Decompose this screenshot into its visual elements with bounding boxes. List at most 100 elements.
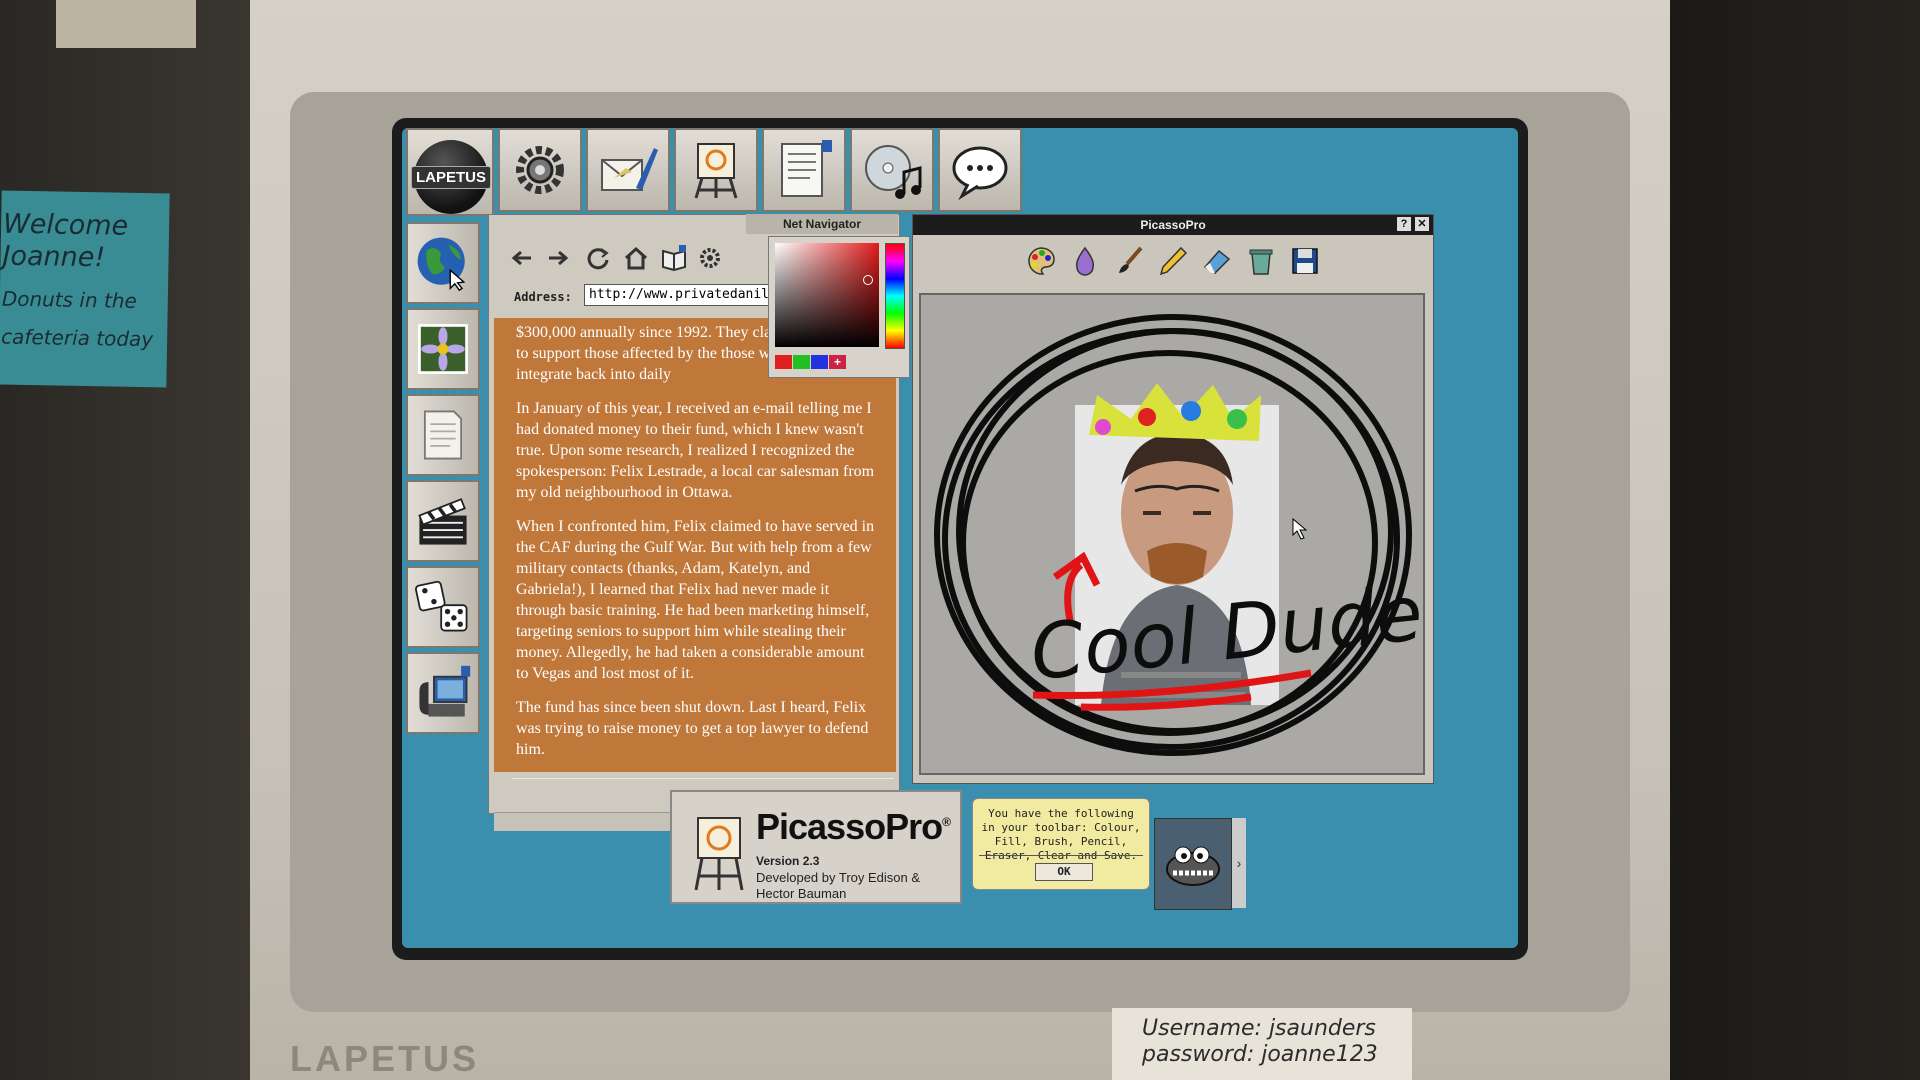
home-button[interactable] <box>620 242 652 274</box>
logo-text: LAPETUS <box>411 165 492 189</box>
color-swatch[interactable] <box>811 355 828 369</box>
registered-mark: ® <box>942 815 951 829</box>
palette-icon <box>1028 247 1055 275</box>
browser-settings-button[interactable] <box>694 242 726 274</box>
brush-tool-button[interactable] <box>1111 243 1147 279</box>
password-text: password: joanne123 <box>1142 1042 1378 1067</box>
book-icon <box>662 245 686 271</box>
document-icon <box>781 140 832 197</box>
monitor-brand: LAPETUS <box>290 1038 480 1079</box>
welcome-sticky-note: Welcome Joanne! Donuts in the cafeteria … <box>0 190 170 388</box>
sticky-line: Joanne! <box>2 240 106 274</box>
color-swatch[interactable] <box>793 355 810 369</box>
picassopro-window: PicassoPro ? ✕ Cool Dude <box>912 214 1434 784</box>
close-button[interactable]: ✕ <box>1415 217 1429 231</box>
mail-button[interactable] <box>586 128 670 212</box>
about-app-name: PicassoPro® <box>756 806 951 848</box>
floppy-disk-icon <box>1292 248 1318 274</box>
cd-music-icon <box>865 145 922 199</box>
documents-button[interactable] <box>762 128 846 212</box>
flower-photo-icon <box>418 324 468 374</box>
gear-icon <box>516 146 564 194</box>
clear-tool-button[interactable] <box>1243 243 1279 279</box>
easel-icon <box>694 143 738 199</box>
home-icon <box>624 246 648 270</box>
browser-button[interactable] <box>406 222 480 304</box>
room-wall-right <box>1670 0 1920 1080</box>
picassopro-title: PicassoPro <box>913 215 1433 235</box>
net-navigator-title: Net Navigator <box>746 214 898 234</box>
article-content: $300,000 annually since 1992. They claim… <box>494 318 896 772</box>
colour-tool-button[interactable] <box>1023 243 1059 279</box>
mouse-cursor-icon <box>1292 517 1308 540</box>
lapetus-logo-icon: LAPETUS <box>411 140 492 214</box>
sticky-line: Donuts in the <box>1 286 138 313</box>
about-name-text: PicassoPro <box>756 806 943 847</box>
about-version: Version 2.3 <box>756 854 820 868</box>
fill-tool-button[interactable] <box>1067 243 1103 279</box>
bookmarks-button[interactable] <box>658 242 690 274</box>
eraser-icon <box>1203 249 1231 274</box>
credentials-note: Username: jsaunders password: joanne123 <box>1112 1008 1412 1080</box>
brush-icon <box>1119 246 1143 273</box>
notes-button[interactable] <box>406 394 480 476</box>
mascot-face-icon <box>1166 846 1220 886</box>
music-button[interactable] <box>850 128 934 212</box>
eraser-tool-button[interactable] <box>1199 243 1235 279</box>
chevron-right-icon[interactable]: › <box>1232 818 1246 908</box>
canvas-drawing: Cool Dude <box>934 314 1423 756</box>
address-input[interactable]: http://www.privatedanilo.c <box>584 284 798 306</box>
chat-bubble-icon <box>952 146 1008 201</box>
clapperboard-icon <box>418 498 467 545</box>
article-paragraph: The fund has since been shut down. Last … <box>516 699 869 758</box>
trash-icon <box>1249 249 1273 275</box>
article-paragraph: When I confronted him, Felix claimed to … <box>516 518 875 682</box>
gear-icon <box>700 248 720 268</box>
tooltip-ok-button[interactable]: OK <box>1035 863 1093 881</box>
chat-button[interactable] <box>938 128 1022 212</box>
article-paragraph: In January of this year, I received an e… <box>516 400 875 501</box>
tooltip-divider <box>979 855 1143 856</box>
games-button[interactable] <box>406 566 480 648</box>
dice-icon <box>415 580 468 632</box>
color-picker-panel: + <box>768 236 910 378</box>
globe-icon <box>417 237 466 292</box>
about-developer: Developed by Troy Edison & Hector Bauman <box>756 870 921 901</box>
add-color-button[interactable]: + <box>829 355 846 369</box>
picassopro-launcher-button[interactable] <box>674 128 758 212</box>
forward-arrow-icon <box>549 250 569 266</box>
drawn-beard <box>1147 543 1207 584</box>
drop-icon <box>1075 246 1095 276</box>
settings-button[interactable] <box>498 128 582 212</box>
paper-icon <box>423 410 463 460</box>
back-button[interactable] <box>506 242 538 274</box>
easel-icon <box>694 817 744 891</box>
forward-button[interactable] <box>542 242 574 274</box>
username-text: Username: jsaunders <box>1142 1016 1376 1041</box>
wall-photo <box>56 0 196 48</box>
saturation-gradient[interactable] <box>775 243 879 347</box>
help-button[interactable]: ? <box>1397 217 1411 231</box>
phone-computer-icon <box>419 665 471 717</box>
network-phone-button[interactable] <box>406 652 480 734</box>
article-divider <box>512 778 894 779</box>
back-arrow-icon <box>511 250 531 266</box>
lapetus-logo-button[interactable]: LAPETUS <box>406 128 494 216</box>
drawing-canvas[interactable]: Cool Dude <box>919 293 1425 775</box>
color-cursor[interactable] <box>863 275 873 285</box>
address-label: Address: <box>514 290 572 304</box>
hue-slider[interactable] <box>885 243 905 349</box>
pencil-icon <box>1159 246 1188 276</box>
refresh-button[interactable] <box>582 242 614 274</box>
screen: LAPETUS Net Navigator Address: http://ww… <box>392 118 1528 960</box>
assistant-mascot[interactable] <box>1154 818 1232 910</box>
assistant-tooltip: You have the following in your toolbar: … <box>972 798 1150 890</box>
room-wall-left <box>0 0 250 1080</box>
photos-button[interactable] <box>406 308 480 390</box>
pencil-tool-button[interactable] <box>1155 243 1191 279</box>
picassopro-about-dialog: PicassoPro® Version 2.3 Developed by Tro… <box>670 790 962 904</box>
refresh-icon <box>587 248 609 270</box>
video-button[interactable] <box>406 480 480 562</box>
save-tool-button[interactable] <box>1287 243 1323 279</box>
color-swatch[interactable] <box>775 355 792 369</box>
